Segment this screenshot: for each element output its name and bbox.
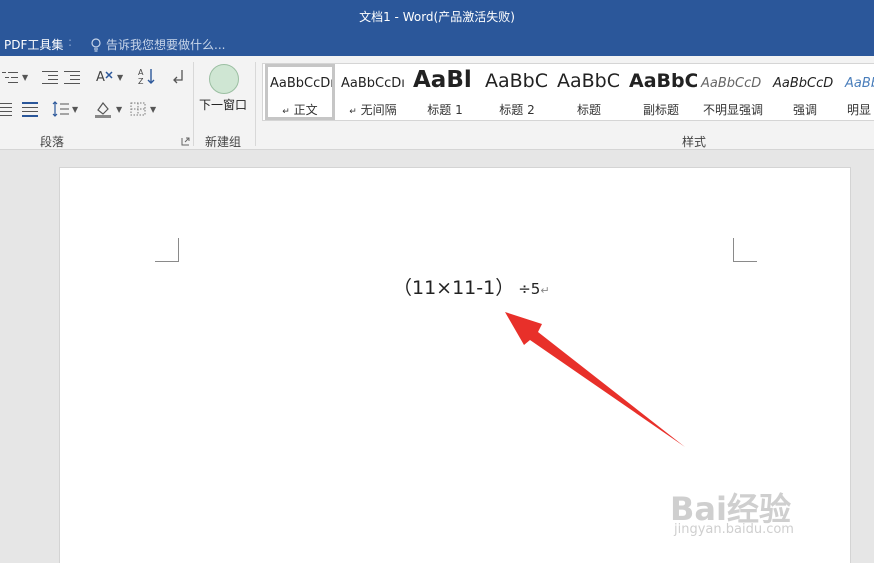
- watermark-url: jingyan.baidu.com: [674, 522, 794, 537]
- arrow-shape: [505, 312, 685, 447]
- baidu-watermark: Bai经验 jingyan.baidu.com: [670, 470, 870, 550]
